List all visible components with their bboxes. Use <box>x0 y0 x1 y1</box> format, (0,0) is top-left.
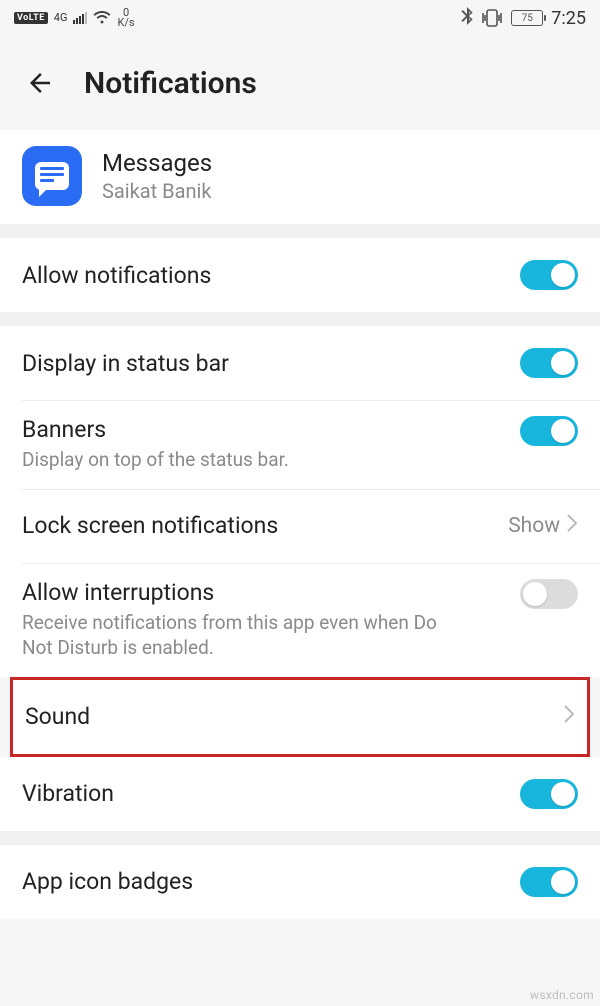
status-bar: VoLTE 4G 0 K/s 75 7:25 <box>0 0 600 36</box>
sublabel-allow-interruptions: Receive notifications from this app even… <box>22 610 452 661</box>
toggle-vibration[interactable] <box>520 779 578 809</box>
row-app-icon-badges[interactable]: App icon badges <box>0 845 600 919</box>
battery-indicator: 75 <box>511 10 543 26</box>
header: Notifications <box>0 36 600 130</box>
vibrate-icon <box>481 9 503 27</box>
back-button[interactable] <box>18 61 62 105</box>
chevron-right-icon <box>563 704 575 730</box>
row-banners[interactable]: Banners Display on top of the status bar… <box>0 400 600 489</box>
row-display-status-bar[interactable]: Display in status bar <box>0 326 600 400</box>
row-allow-interruptions[interactable]: Allow interruptions Receive notification… <box>0 563 600 677</box>
network-type: 4G <box>54 13 68 23</box>
app-name: Messages <box>102 149 212 177</box>
chevron-right-icon <box>566 513 578 539</box>
net-speed: 0 K/s <box>117 8 134 28</box>
toggle-banners[interactable] <box>520 416 578 446</box>
value-lock-screen: Show <box>508 514 560 538</box>
signal-bars-icon <box>73 12 87 24</box>
watermark: wsxdn.com <box>530 988 594 1002</box>
app-messages-icon <box>22 146 82 206</box>
toggle-app-icon-badges[interactable] <box>520 867 578 897</box>
toggle-allow-notifications[interactable] <box>520 260 578 290</box>
label-allow-interruptions: Allow interruptions <box>22 579 452 606</box>
toggle-allow-interruptions[interactable] <box>520 579 578 609</box>
volte-badge: VoLTE <box>14 12 48 24</box>
app-info-row[interactable]: Messages Saikat Banik <box>0 130 600 224</box>
row-sound[interactable]: Sound <box>13 680 587 754</box>
label-allow-notifications: Allow notifications <box>22 262 211 289</box>
bluetooth-icon <box>461 7 473 29</box>
page-title: Notifications <box>84 66 257 101</box>
label-vibration: Vibration <box>22 780 114 807</box>
label-app-icon-badges: App icon badges <box>22 868 193 895</box>
row-allow-notifications[interactable]: Allow notifications <box>0 238 600 312</box>
label-sound: Sound <box>25 703 90 730</box>
wifi-icon <box>93 9 111 28</box>
row-lock-screen[interactable]: Lock screen notifications Show <box>0 489 600 563</box>
clock: 7:25 <box>551 8 586 29</box>
toggle-display-status-bar[interactable] <box>520 348 578 378</box>
app-subtitle: Saikat Banik <box>102 179 212 203</box>
row-vibration[interactable]: Vibration <box>0 757 600 831</box>
sublabel-banners: Display on top of the status bar. <box>22 447 289 473</box>
label-lock-screen: Lock screen notifications <box>22 512 278 539</box>
highlight-sound: Sound <box>10 677 590 757</box>
label-display-status-bar: Display in status bar <box>22 350 229 377</box>
label-banners: Banners <box>22 416 289 443</box>
